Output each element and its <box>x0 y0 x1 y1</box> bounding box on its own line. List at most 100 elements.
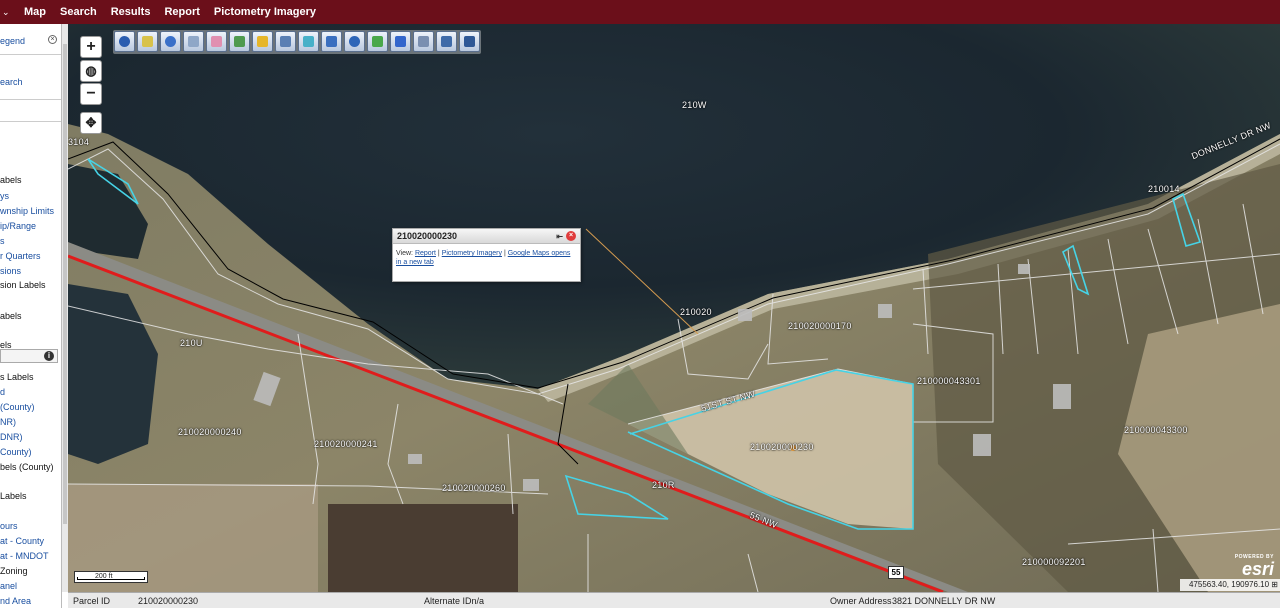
lightning-tool-button[interactable] <box>252 31 273 52</box>
info-tool-button[interactable] <box>114 31 135 52</box>
layer-item[interactable]: s <box>0 236 5 247</box>
layer-item[interactable]: ys <box>0 191 9 202</box>
info-icon[interactable]: i <box>44 351 54 361</box>
report-link[interactable]: Report <box>415 250 436 257</box>
export-icon <box>441 36 452 47</box>
close-icon[interactable]: × <box>48 35 57 44</box>
layer-label: sion Labels <box>0 280 46 290</box>
layer-label: DNR) <box>0 432 23 442</box>
print-tool-button[interactable] <box>275 31 296 52</box>
measure-icon <box>326 36 337 47</box>
layer-label: Zoning <box>0 566 28 576</box>
zoom-in-button[interactable]: + <box>80 36 102 58</box>
esri-logo: POWERED BY esri <box>1228 554 1274 578</box>
menu-pictometry-imagery[interactable]: Pictometry Imagery <box>214 6 316 18</box>
separator: | <box>437 250 440 257</box>
identify-tool-button[interactable] <box>390 31 411 52</box>
layer-item[interactable]: at - MNDOT <box>0 551 49 562</box>
layer-item[interactable]: at - County <box>0 536 44 547</box>
scale-bar: 200 ft <box>74 571 148 583</box>
zoom-out-button[interactable]: − <box>80 83 102 105</box>
select-icon <box>142 36 153 47</box>
export-tool-button[interactable] <box>436 31 457 52</box>
layer-item[interactable]: bels (County) <box>0 462 54 473</box>
close-icon[interactable]: × <box>566 231 576 241</box>
menu-results[interactable]: Results <box>111 6 151 18</box>
scrollbar-thumb[interactable] <box>63 44 67 524</box>
map-label-lake: 210W <box>682 100 707 110</box>
chevron-down-icon[interactable]: ⌄ <box>2 7 12 18</box>
parcel-popup: 210020000230 ⇤ × View: Report | Pictomet… <box>392 228 581 282</box>
map-label-parcel: 210000043300 <box>1124 425 1188 435</box>
layer-label: abels <box>0 175 22 185</box>
layer-item[interactable]: r Quarters <box>0 251 41 262</box>
layer-item[interactable]: DNR) <box>0 432 23 443</box>
layer-item[interactable]: Zoning <box>0 566 28 577</box>
layer-item[interactable]: anel <box>0 581 17 592</box>
map-label-parcel: 210020000240 <box>178 427 242 437</box>
parcel-id-label: Parcel ID <box>73 596 111 606</box>
legend-link[interactable]: egend <box>0 36 25 47</box>
layer-item[interactable]: Labels <box>0 491 27 502</box>
esri-wordmark: esri <box>1241 559 1274 579</box>
pencil-tool-button[interactable] <box>367 31 388 52</box>
layer-label: bels (County) <box>0 462 54 472</box>
layer-item[interactable]: (County) <box>0 402 35 413</box>
globe-icon[interactable]: ◍ <box>80 60 102 82</box>
layer-label: r Quarters <box>0 251 41 261</box>
map-view[interactable]: 210W DONNELLY DR NW 3104 210014 210020 2… <box>68 24 1280 592</box>
menu-report[interactable]: Report <box>164 6 199 18</box>
map-label-parcel: 210000092201 <box>1022 557 1086 567</box>
map-label-selected-parcel: 210020000230 <box>750 442 814 452</box>
hand-tool-button[interactable] <box>183 31 204 52</box>
save-tool-button[interactable] <box>459 31 480 52</box>
layer-label: ip/Range <box>0 221 37 231</box>
highway-shield: 55 <box>888 566 904 579</box>
map-label-parcel: 210020000170 <box>788 321 852 331</box>
view-label: View: <box>396 250 413 257</box>
zoom-box-icon <box>165 36 176 47</box>
layer-item[interactable]: nd Area <box>0 596 31 607</box>
map-toolbar <box>113 30 481 54</box>
layer-item[interactable]: ip/Range <box>0 221 36 232</box>
layer-item[interactable]: NR) <box>0 417 16 428</box>
menu-search[interactable]: Search <box>60 6 97 18</box>
layer-item[interactable]: County) <box>0 447 32 458</box>
map-label-parcel: 210020000241 <box>314 439 378 449</box>
magnify-tool-button[interactable] <box>344 31 365 52</box>
layer-item[interactable]: sion Labels <box>0 280 46 291</box>
layer-item[interactable]: sions <box>0 266 21 277</box>
layer-item[interactable]: abels <box>0 175 22 186</box>
pin-icon[interactable]: ⇤ <box>556 232 563 241</box>
select-tool-button[interactable] <box>137 31 158 52</box>
grid-tool-button[interactable] <box>298 31 319 52</box>
bookmark-tool-button[interactable] <box>413 31 434 52</box>
divider <box>0 54 61 55</box>
scale-line <box>77 577 145 580</box>
parcel-id-value: 210020000230 <box>138 596 199 606</box>
layer-label: ours <box>0 521 18 531</box>
map-label-parcel: 3104 <box>68 137 90 147</box>
layer-item[interactable]: d <box>0 387 5 398</box>
layer-label: egend <box>0 36 26 46</box>
layer-item[interactable]: abels <box>0 311 22 322</box>
layer-item[interactable]: s Labels <box>0 372 34 383</box>
eraser-icon <box>211 36 222 47</box>
pan-icon[interactable]: ✥ <box>80 112 102 134</box>
print-icon <box>280 36 291 47</box>
layer-label: nd Area <box>0 596 32 606</box>
menu-map[interactable]: Map <box>24 6 46 18</box>
layer-label: (County) <box>0 402 35 412</box>
layer-item[interactable]: wnship Limits <box>0 206 54 217</box>
layer-item[interactable]: ours <box>0 521 18 532</box>
pictometry-link[interactable]: Pictometry Imagery <box>442 250 502 257</box>
measure-tool-button[interactable] <box>321 31 342 52</box>
divider <box>0 99 61 100</box>
map-label-parcel: 210020 <box>680 307 712 317</box>
search-link[interactable]: earch <box>0 77 23 88</box>
layers-tool-button[interactable] <box>229 31 250 52</box>
eraser-tool-button[interactable] <box>206 31 227 52</box>
layer-label: sions <box>0 266 22 276</box>
pencil-icon <box>372 36 383 47</box>
zoom-box-tool-button[interactable] <box>160 31 181 52</box>
